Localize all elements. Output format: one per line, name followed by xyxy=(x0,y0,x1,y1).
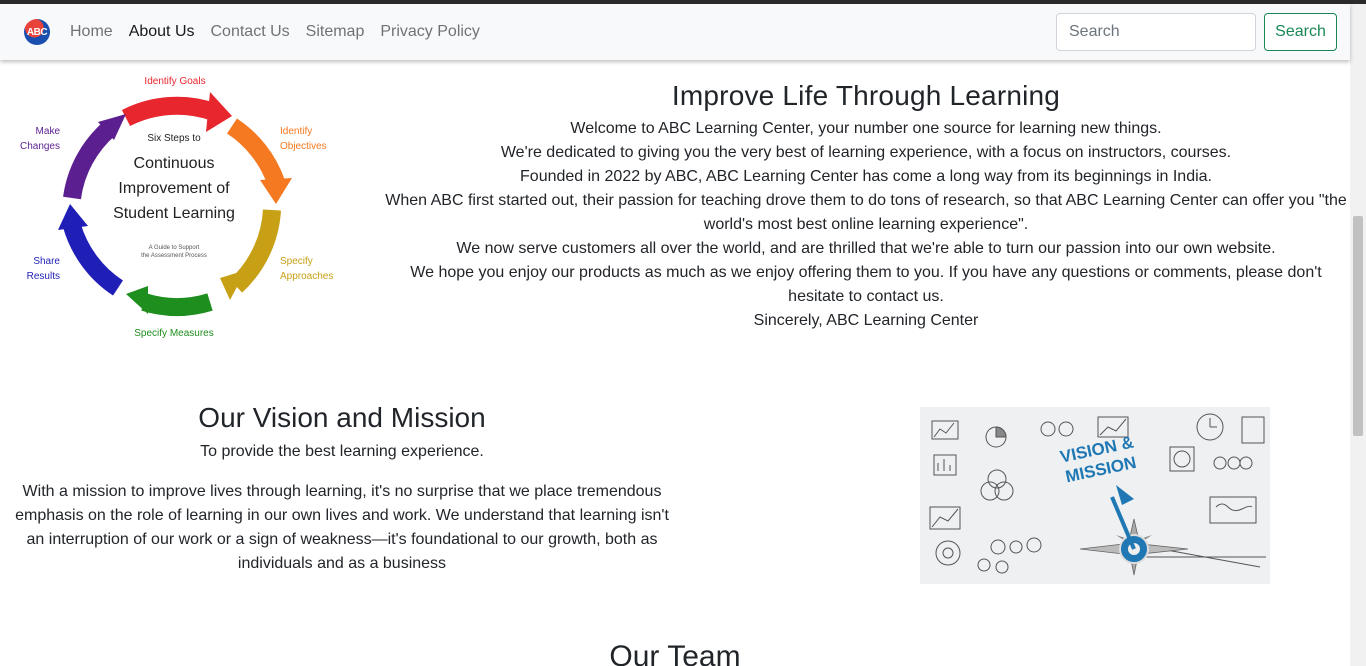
brand-logo-text: ABC xyxy=(26,26,48,38)
cycle-center-line-1: Continuous xyxy=(134,155,215,172)
arrowhead-blue xyxy=(58,204,88,230)
arc-share-results xyxy=(63,223,124,296)
nav-link-privacy-policy[interactable]: Privacy Policy xyxy=(380,23,480,41)
about-line-4: When ABC first started out, their passio… xyxy=(385,192,1347,233)
vision-tagline: To provide the best learning experience. xyxy=(200,443,484,460)
about-section: Improve Life Through Learning Welcome to… xyxy=(384,78,1348,333)
step-label-specify-approaches-2: Approaches xyxy=(280,271,333,282)
about-line-5: We now serve customers all over the worl… xyxy=(456,240,1276,257)
cycle-center-small: Six Steps to xyxy=(147,133,201,144)
navbar: ABC Home About Us Contact Us Sitemap Pri… xyxy=(0,4,1350,60)
nav-link-sitemap[interactable]: Sitemap xyxy=(306,23,365,41)
nav-link-contact-us[interactable]: Contact Us xyxy=(211,23,290,41)
about-line-1: Welcome to ABC Learning Center, your num… xyxy=(570,120,1162,137)
arrowhead-red xyxy=(206,92,232,132)
nav-link-home[interactable]: Home xyxy=(70,23,113,41)
about-signature: Sincerely, ABC Learning Center xyxy=(753,312,979,329)
cycle-center-sub-2: the Assessment Process xyxy=(141,253,207,259)
about-title: Improve Life Through Learning xyxy=(671,80,1061,111)
arc-identify-goals xyxy=(121,96,217,127)
search-button[interactable]: Search xyxy=(1264,13,1337,51)
step-label-identify-goals: Identify Goals xyxy=(144,76,205,87)
step-label-share-results-1: Share xyxy=(33,256,60,267)
cycle-center-line-3: Student Learning xyxy=(113,205,235,222)
nav-link-about-us[interactable]: About Us xyxy=(129,23,195,41)
team-title: Our Team xyxy=(609,640,741,666)
brand-logo[interactable]: ABC xyxy=(24,19,50,45)
arc-identify-objectives xyxy=(226,118,285,186)
page-scrollbar[interactable] xyxy=(1350,4,1366,666)
search-input[interactable] xyxy=(1056,13,1256,51)
arc-make-changes xyxy=(63,121,117,200)
about-line-6: We hope you enjoy our products as much a… xyxy=(410,264,1322,305)
about-line-2: We're dedicated to giving you the very b… xyxy=(500,144,1232,161)
arrowhead-green xyxy=(126,286,148,314)
vision-mission-image: VISION & MISSION xyxy=(920,407,1270,584)
step-label-make-changes-1: Make xyxy=(36,126,61,137)
step-label-make-changes-2: Changes xyxy=(20,141,60,152)
step-label-share-results-2: Results xyxy=(27,271,60,282)
scrollbar-thumb[interactable] xyxy=(1353,216,1363,436)
cycle-center-sub-1: A Guide to Support xyxy=(149,245,200,251)
step-label-identify-objectives-1: Identify xyxy=(280,126,312,137)
continuous-improvement-cycle-diagram: Six Steps to Continuous Improvement of S… xyxy=(20,76,333,339)
arrowhead-orange xyxy=(260,178,292,204)
arc-specify-measures xyxy=(141,293,213,316)
cycle-center-line-2: Improvement of xyxy=(118,180,230,197)
step-label-specify-approaches-1: Specify xyxy=(280,256,313,267)
step-label-identify-objectives-2: Objectives xyxy=(280,141,327,152)
vision-title: Our Vision and Mission xyxy=(198,402,486,433)
mission-text: With a mission to improve lives through … xyxy=(15,483,669,572)
vision-mission-section: Our Vision and Mission To provide the be… xyxy=(0,400,684,576)
about-line-3: Founded in 2022 by ABC, ABC Learning Cen… xyxy=(520,168,1212,185)
step-label-specify-measures: Specify Measures xyxy=(134,328,213,339)
